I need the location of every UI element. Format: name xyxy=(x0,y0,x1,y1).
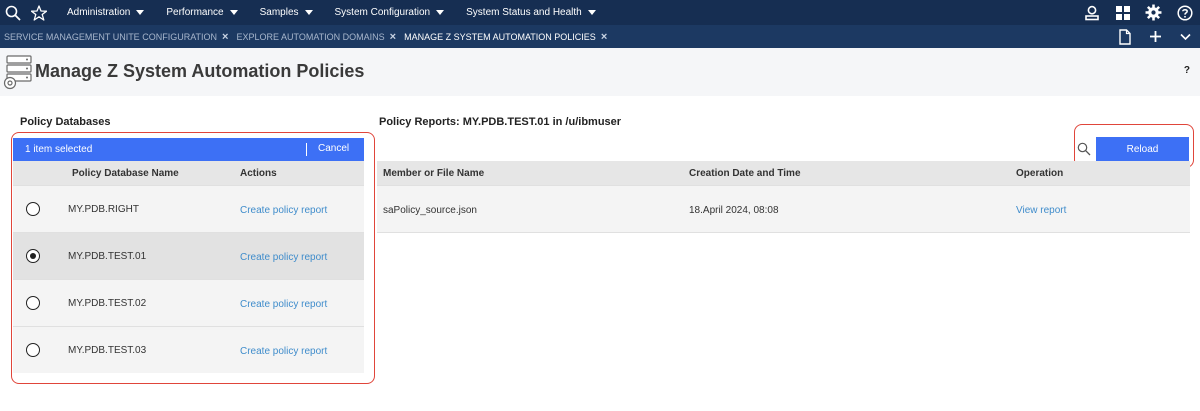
table-row[interactable]: saPolicy_source.json 18.April 2024, 08:0… xyxy=(377,185,1190,233)
tab-label: MANAGE Z SYSTEM AUTOMATION POLICIES xyxy=(404,31,596,42)
menu-label: System Configuration xyxy=(334,7,431,18)
close-icon[interactable]: × xyxy=(222,31,228,43)
gear-icon[interactable] xyxy=(1138,0,1169,25)
page-title: Manage Z System Automation Policies xyxy=(35,61,365,81)
policy-reports-title: Policy Reports: MY.PDB.TEST.01 in /u/ibm… xyxy=(379,116,622,128)
column-header-file-name[interactable]: Member or File Name xyxy=(383,168,484,179)
menu-system-configuration[interactable]: System Configuration xyxy=(324,0,456,25)
tab-smu-configuration[interactable]: SERVICE MANAGEMENT UNITE CONFIGURATION × xyxy=(0,25,232,48)
star-icon[interactable] xyxy=(26,0,52,25)
menu-performance[interactable]: Performance xyxy=(155,0,248,25)
menu-label: Samples xyxy=(259,7,299,18)
tab-label: EXPLORE AUTOMATION DOMAINS xyxy=(236,31,385,42)
plus-icon[interactable] xyxy=(1140,25,1170,48)
tab-label: SERVICE MANAGEMENT UNITE CONFIGURATION xyxy=(4,31,218,42)
tab-bar: SERVICE MANAGEMENT UNITE CONFIGURATION ×… xyxy=(0,25,1200,48)
help-link[interactable]: ? xyxy=(1184,65,1190,76)
tab-manage-z-automation-policies[interactable]: MANAGE Z SYSTEM AUTOMATION POLICIES × xyxy=(400,25,611,48)
top-nav: Administration Performance Samples Syste… xyxy=(0,0,1200,25)
view-report-link[interactable]: View report xyxy=(1016,205,1066,216)
document-icon[interactable] xyxy=(1110,25,1140,48)
chevron-down-icon xyxy=(304,10,313,15)
report-creation-date: 18.April 2024, 08:08 xyxy=(689,205,779,216)
page-header: Manage Z System Automation Policies ? xyxy=(0,48,1200,96)
menu-label: Administration xyxy=(67,7,131,18)
table-header: Member or File Name Creation Date and Ti… xyxy=(377,161,1190,185)
policy-reports-table: Member or File Name Creation Date and Ti… xyxy=(377,161,1190,233)
menu-label: Performance xyxy=(166,7,224,18)
highlight-box-policy-databases xyxy=(11,132,375,384)
help-icon[interactable] xyxy=(1169,0,1200,25)
user-icon[interactable] xyxy=(1076,0,1107,25)
report-file-name: saPolicy_source.json xyxy=(383,205,477,216)
chevron-down-icon xyxy=(436,10,445,15)
menu-label: System Status and Health xyxy=(466,7,582,18)
close-icon[interactable]: × xyxy=(601,31,607,43)
chevron-down-icon xyxy=(136,10,145,15)
automation-policy-logo-icon xyxy=(3,54,33,95)
column-header-operation: Operation xyxy=(1016,168,1064,179)
chevron-down-icon[interactable] xyxy=(1170,25,1200,48)
menu-system-status-health[interactable]: System Status and Health xyxy=(455,0,607,25)
tab-explore-automation-domains[interactable]: EXPLORE AUTOMATION DOMAINS × xyxy=(232,25,400,48)
main-menu: Administration Performance Samples Syste… xyxy=(56,0,607,25)
column-header-creation-date[interactable]: Creation Date and Time xyxy=(689,168,801,179)
menu-samples[interactable]: Samples xyxy=(249,0,324,25)
menu-administration[interactable]: Administration xyxy=(56,0,155,25)
chevron-down-icon xyxy=(229,10,238,15)
chevron-down-icon xyxy=(587,10,596,15)
grid-icon[interactable] xyxy=(1107,0,1138,25)
search-icon[interactable] xyxy=(0,0,26,25)
policy-databases-title: Policy Databases xyxy=(20,116,111,128)
close-icon[interactable]: × xyxy=(390,31,396,43)
